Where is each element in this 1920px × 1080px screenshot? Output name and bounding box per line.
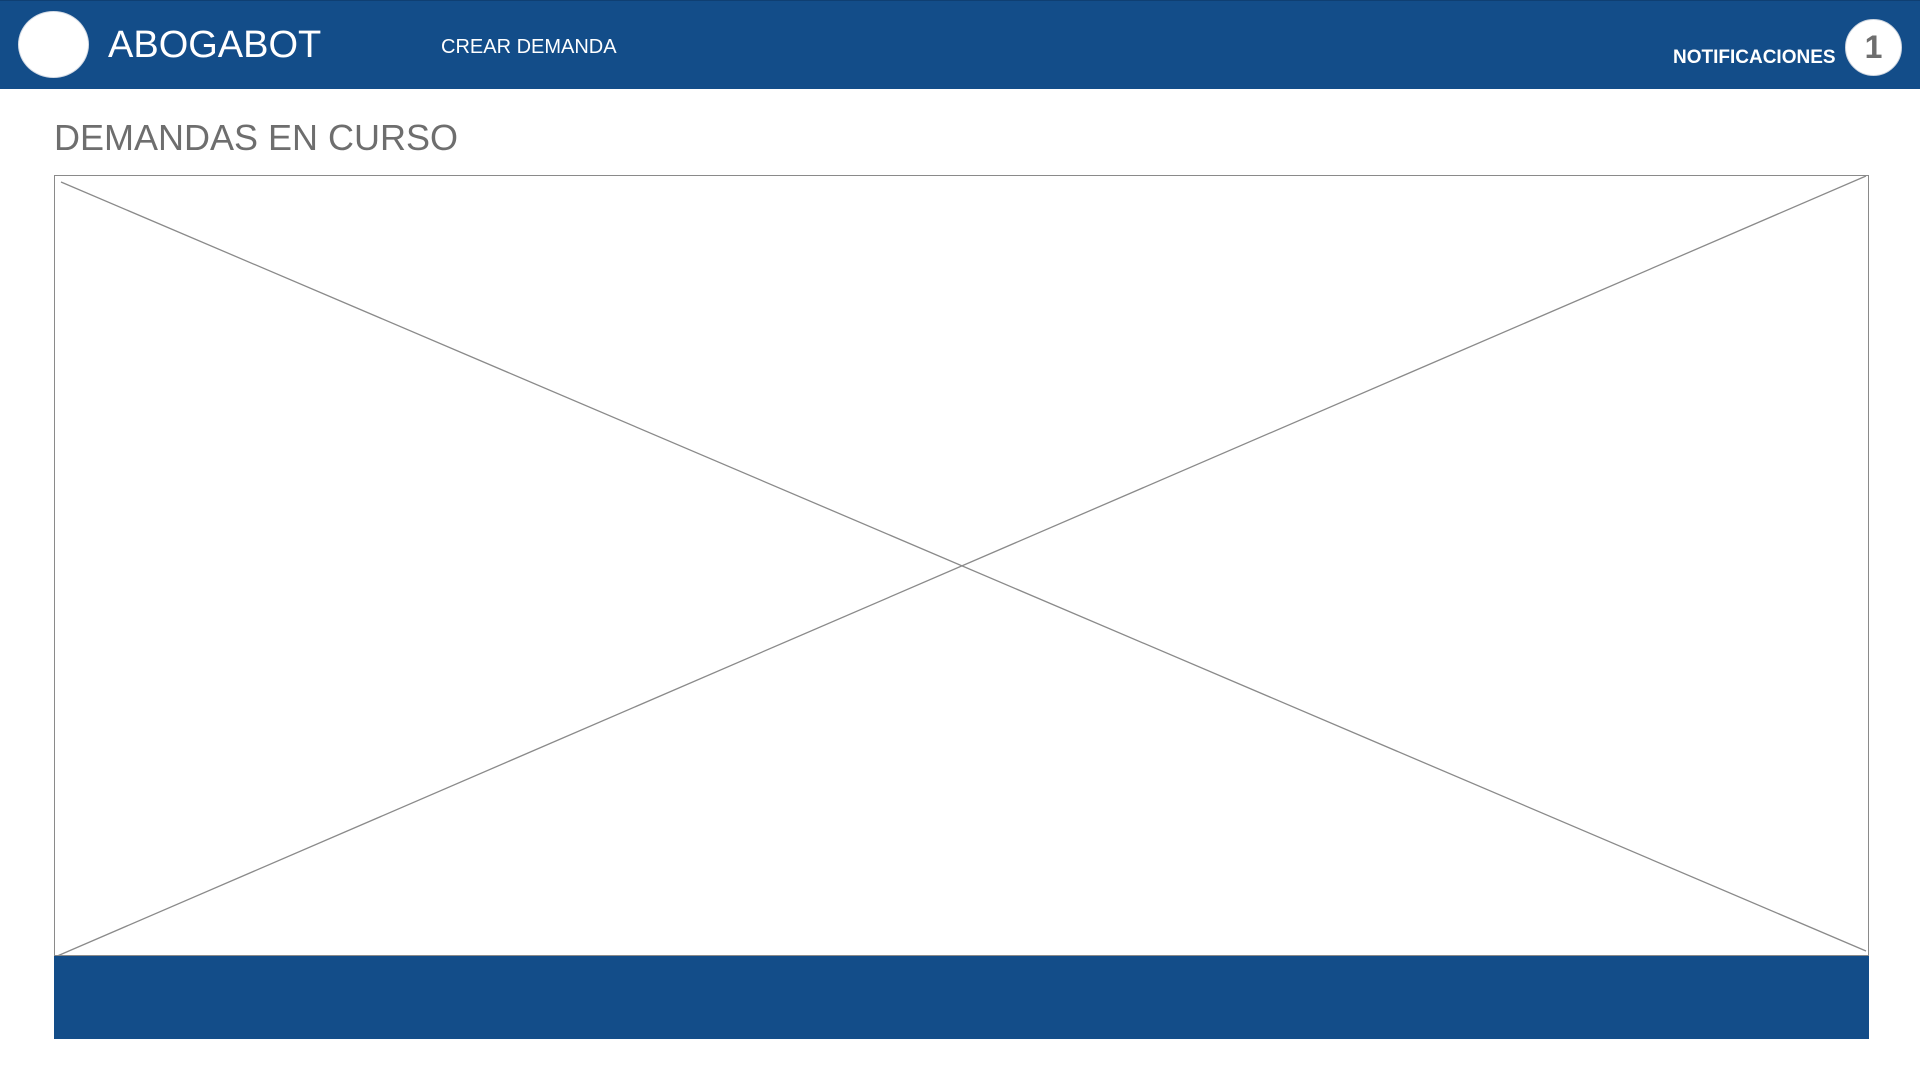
placeholder-diagonal-line [55,176,1867,957]
create-demand-link[interactable]: CREAR DEMANDA [441,36,617,58]
logo-icon[interactable] [18,11,89,78]
notifications-link[interactable]: NOTIFICACIONES [1673,47,1836,69]
page-title: DEMANDAS EN CURSO [54,117,459,158]
image-placeholder-icon [55,176,1867,957]
placeholder-diagonal-line [60,181,1867,952]
image-placeholder [54,175,1869,957]
content-footer-bar [54,956,1869,1039]
top-navbar: ABOGABOT CREAR DEMANDA NOTIFICACIONES 1 [0,0,1920,89]
app-title: ABOGABOT [108,24,322,66]
notification-count-badge[interactable]: 1 [1845,19,1902,76]
